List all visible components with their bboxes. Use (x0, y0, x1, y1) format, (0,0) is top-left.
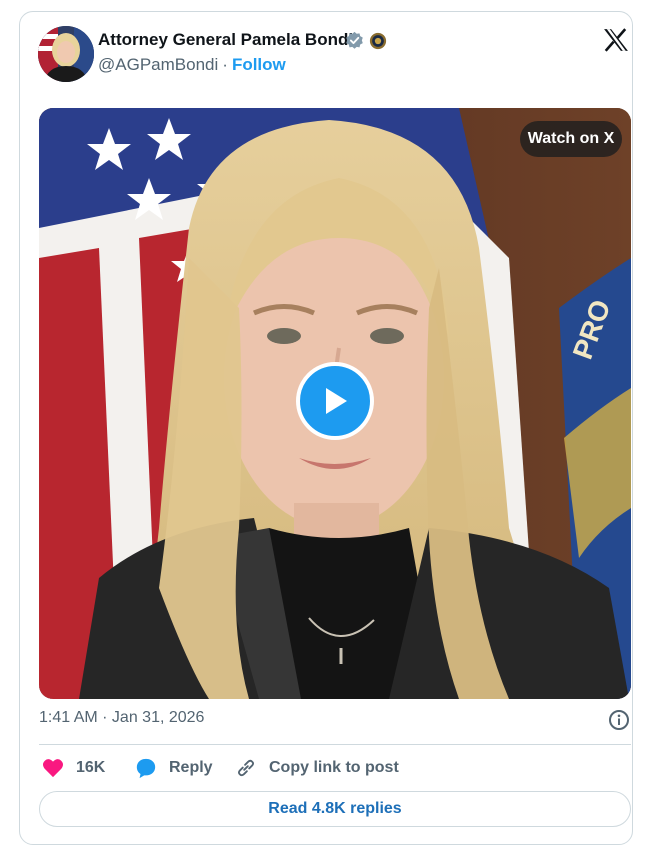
like-count: 16K (76, 759, 106, 776)
embedded-post-card: Attorney General Pamela Bondi @AGPamBond… (19, 11, 633, 845)
avatar[interactable] (38, 26, 94, 82)
author-handle[interactable]: @AGPamBondi (98, 55, 218, 74)
play-button[interactable] (296, 362, 374, 440)
follow-button[interactable]: Follow (232, 55, 286, 74)
video-player[interactable]: PRO Watch on X (39, 108, 631, 699)
post-timestamp[interactable]: 1:41 AM · Jan 31, 2026 (39, 709, 204, 727)
play-icon (326, 388, 347, 414)
x-logo-icon[interactable] (603, 28, 629, 52)
reply-button[interactable]: Reply (135, 755, 213, 781)
copy-link-label: Copy link to post (269, 759, 399, 776)
verified-badge-icon (346, 31, 363, 49)
separator: · (222, 55, 228, 74)
info-icon[interactable] (608, 709, 630, 731)
divider (39, 744, 631, 745)
link-icon (237, 759, 255, 777)
author-handle-row: @AGPamBondi · Follow (98, 55, 286, 75)
copy-link-button[interactable]: Copy link to post (235, 755, 399, 781)
reply-label: Reply (169, 759, 213, 776)
author-name[interactable]: Attorney General Pamela Bondi (98, 30, 353, 50)
read-replies-button[interactable]: Read 4.8K replies (39, 791, 631, 827)
like-button[interactable]: 16K (42, 755, 105, 781)
watch-on-x-button[interactable]: Watch on X (520, 121, 622, 157)
reply-bubble-icon (136, 758, 156, 779)
heart-icon (43, 759, 63, 778)
avatar-image (38, 26, 94, 82)
seal-icon (369, 32, 387, 50)
